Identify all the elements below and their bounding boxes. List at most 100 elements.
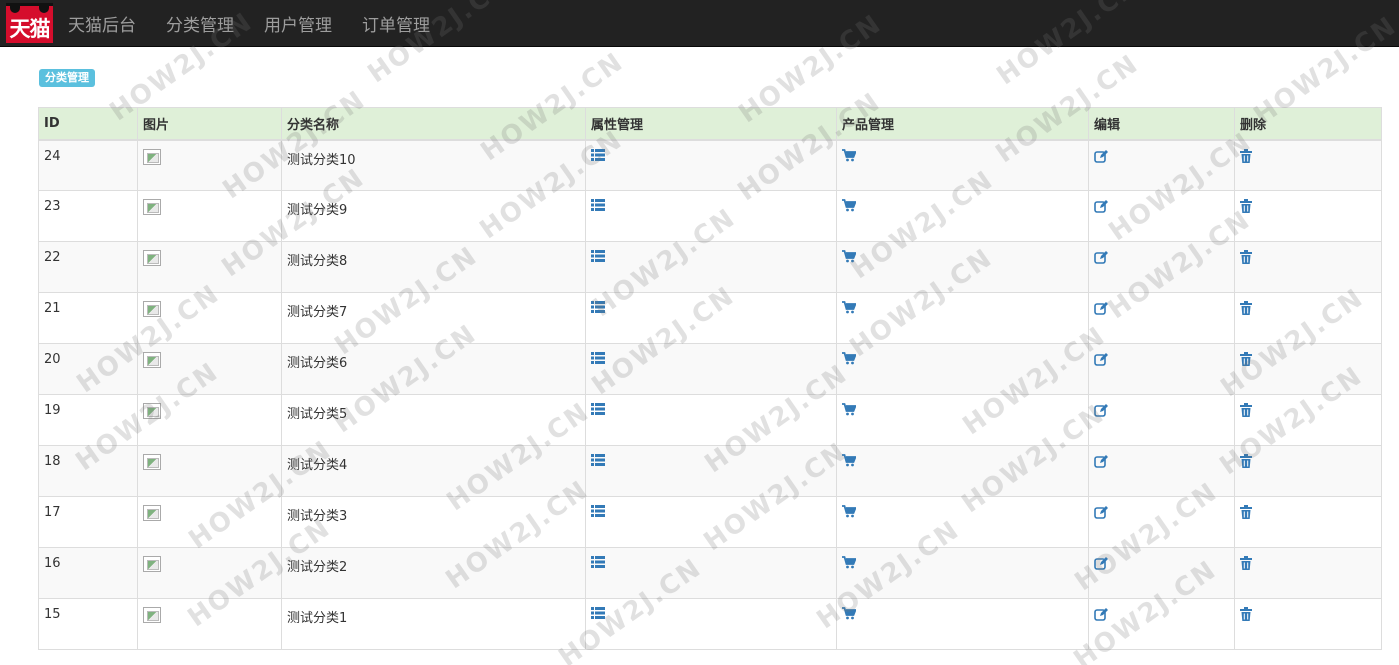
cell-edit (1088, 343, 1235, 395)
list-icon[interactable] (591, 301, 605, 313)
list-icon[interactable] (591, 199, 605, 211)
cell-product (836, 394, 1089, 446)
edit-icon[interactable] (1094, 403, 1108, 417)
shopping-cart-icon[interactable] (842, 199, 856, 212)
edit-icon[interactable] (1094, 149, 1108, 163)
shopping-cart-icon[interactable] (842, 403, 856, 416)
table-header-row: ID 图片 分类名称 属性管理 产品管理 编辑 删除 (38, 107, 1382, 141)
cell-property (585, 241, 837, 293)
edit-icon[interactable] (1094, 454, 1108, 468)
cell-image (137, 343, 282, 395)
cell-name: 测试分类5 (281, 394, 586, 446)
cell-edit (1088, 598, 1235, 650)
trash-icon[interactable] (1240, 148, 1252, 163)
category-id: 17 (44, 505, 61, 520)
broken-image-icon (143, 556, 161, 572)
shopping-cart-icon[interactable] (842, 556, 856, 569)
shopping-cart-icon[interactable] (842, 148, 856, 162)
category-id: 19 (44, 403, 61, 418)
category-id: 15 (44, 607, 61, 622)
cell-property (585, 139, 837, 191)
shopping-cart-icon[interactable] (842, 505, 856, 518)
header-name: 分类名称 (281, 107, 586, 141)
edit-icon[interactable] (1094, 250, 1108, 264)
nav-item-category[interactable]: 分类管理 (166, 11, 234, 36)
cell-delete (1234, 496, 1382, 548)
nav-item-order[interactable]: 订单管理 (362, 11, 430, 36)
cell-edit (1088, 241, 1235, 293)
trash-icon[interactable] (1240, 556, 1252, 570)
category-name: 测试分类2 (287, 560, 348, 575)
edit-icon[interactable] (1094, 607, 1108, 621)
cell-product (836, 139, 1089, 191)
category-name: 测试分类6 (287, 356, 348, 371)
cell-property (585, 547, 837, 599)
category-name: 测试分类1 (287, 611, 348, 626)
cell-delete (1234, 394, 1382, 446)
category-name: 测试分类10 (287, 152, 356, 168)
edit-icon[interactable] (1094, 556, 1108, 570)
cell-image (137, 394, 282, 446)
list-icon[interactable] (591, 148, 605, 161)
header-product: 产品管理 (836, 107, 1089, 141)
cell-property (585, 292, 837, 344)
shopping-cart-icon[interactable] (842, 301, 856, 314)
cell-product (836, 445, 1089, 497)
cell-edit (1088, 445, 1235, 497)
cell-edit (1088, 139, 1235, 191)
cell-product (836, 292, 1089, 344)
table-row: 21 测试分类7 (38, 292, 1382, 344)
broken-image-icon (143, 352, 161, 368)
trash-icon[interactable] (1240, 505, 1252, 519)
cell-image (137, 445, 282, 497)
list-icon[interactable] (591, 454, 605, 466)
cell-property (585, 445, 837, 497)
cell-edit (1088, 496, 1235, 548)
trash-icon[interactable] (1240, 403, 1252, 417)
trash-icon[interactable] (1240, 454, 1252, 468)
broken-image-icon (143, 403, 161, 419)
shopping-cart-icon[interactable] (842, 454, 856, 467)
nav-menu: 天猫后台 分类管理 用户管理 订单管理 (68, 0, 460, 47)
cell-delete (1234, 445, 1382, 497)
trash-icon[interactable] (1240, 301, 1252, 315)
list-icon[interactable] (591, 352, 605, 364)
category-name: 测试分类7 (287, 305, 348, 320)
cell-edit (1088, 547, 1235, 599)
cell-id: 23 (38, 190, 138, 242)
list-icon[interactable] (591, 505, 605, 517)
category-id: 16 (44, 556, 61, 571)
shopping-cart-icon[interactable] (842, 250, 856, 263)
table-row: 22 测试分类8 (38, 241, 1382, 293)
trash-icon[interactable] (1240, 352, 1252, 366)
cell-property (585, 598, 837, 650)
logo-cat-ears (10, 6, 49, 13)
list-icon[interactable] (591, 556, 605, 568)
table-row: 15 测试分类1 (38, 598, 1382, 650)
cell-id: 18 (38, 445, 138, 497)
tmall-logo[interactable]: 天猫 (6, 3, 53, 43)
edit-icon[interactable] (1094, 352, 1108, 366)
cell-product (836, 190, 1089, 242)
list-icon[interactable] (591, 403, 605, 415)
cell-name: 测试分类1 (281, 598, 586, 650)
trash-icon[interactable] (1240, 250, 1252, 264)
nav-item-admin-home[interactable]: 天猫后台 (68, 11, 136, 36)
cell-delete (1234, 343, 1382, 395)
list-icon[interactable] (591, 250, 605, 262)
list-icon[interactable] (591, 607, 605, 619)
nav-item-user[interactable]: 用户管理 (264, 11, 332, 36)
cell-image (137, 139, 282, 191)
edit-icon[interactable] (1094, 199, 1108, 213)
cell-edit (1088, 292, 1235, 344)
table-row: 20 测试分类6 (38, 343, 1382, 395)
shopping-cart-icon[interactable] (842, 352, 856, 365)
trash-icon[interactable] (1240, 607, 1252, 621)
category-id: 21 (44, 301, 61, 316)
edit-icon[interactable] (1094, 301, 1108, 315)
cell-product (836, 241, 1089, 293)
cell-id: 22 (38, 241, 138, 293)
edit-icon[interactable] (1094, 505, 1108, 519)
trash-icon[interactable] (1240, 199, 1252, 213)
shopping-cart-icon[interactable] (842, 607, 856, 620)
